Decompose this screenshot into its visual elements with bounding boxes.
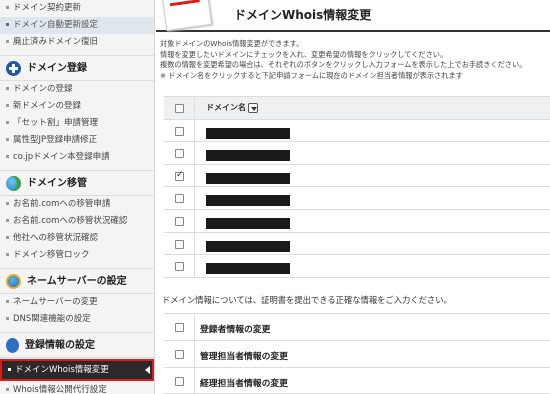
sidebar-section-domain-transfer: ドメイン移管 xyxy=(0,170,154,196)
table-row[interactable] xyxy=(164,232,550,256)
sidebar-section-nameserver: ネームサーバーの設定 xyxy=(0,268,154,294)
bullet-icon xyxy=(6,104,9,107)
bullet-icon xyxy=(6,253,9,256)
bullet-icon xyxy=(6,138,9,141)
sidebar-item-transfer-status[interactable]: お名前.comへの移管状況確認 xyxy=(0,213,154,230)
sidebar-item-auto-renewal[interactable]: ドメイン自動更新設定 xyxy=(0,17,154,34)
bullet-icon xyxy=(6,155,9,158)
domain-checkbox[interactable] xyxy=(175,170,184,181)
bullet-icon xyxy=(6,40,9,43)
plus-circle-icon xyxy=(6,60,21,76)
info-note: ドメイン情報については、証明書を提出できる正確な情報をご入力ください。 xyxy=(162,295,452,305)
option-row-registrant[interactable]: 登録者情報の変更 xyxy=(164,314,550,341)
sidebar-item-transfer-lock[interactable]: ドメイン移管ロック xyxy=(0,247,154,264)
intro-text: 対象ドメインのWhois情報変更ができます。 情報を変更したいドメインにチェック… xyxy=(160,39,527,80)
redacted-domain-name[interactable] xyxy=(206,217,290,229)
globe-icon xyxy=(6,175,21,191)
bullet-icon xyxy=(6,6,9,9)
sidebar: ドメイン契約更新 ドメイン自動更新設定 廃止済みドメイン復旧 ドメイン登録 ドメ… xyxy=(0,0,155,394)
table-header-row: ドメイン名 xyxy=(164,97,550,120)
table-row[interactable] xyxy=(164,142,550,165)
redacted-domain-name[interactable] xyxy=(206,195,290,207)
bullet-icon xyxy=(6,388,9,391)
sidebar-item-whois-change[interactable]: ドメインWhois情報変更 xyxy=(0,359,154,381)
sidebar-item-transfer-request[interactable]: お名前.comへの移管申請 xyxy=(0,196,154,213)
option-label-billing[interactable]: 経理担当者情報の変更 xyxy=(200,376,288,389)
bullet-icon xyxy=(6,121,9,124)
sidebar-item-restore-domain[interactable]: 廃止済みドメイン復旧 xyxy=(0,34,154,51)
sidebar-item-whois-privacy[interactable]: Whois情報公開代行設定 xyxy=(0,382,154,394)
table-row[interactable] xyxy=(164,187,550,210)
table-row[interactable] xyxy=(164,164,550,188)
table-row[interactable] xyxy=(164,209,550,233)
page-title: ドメインWhois情報変更 xyxy=(234,8,372,22)
option-row-billing[interactable]: 経理担当者情報の変更 xyxy=(164,367,550,394)
sidebar-item-set-discount[interactable]: 「セット割」申請管理 xyxy=(0,115,154,132)
sidebar-item-change-nameserver[interactable]: ネームサーバーの変更 xyxy=(0,294,154,311)
bullet-icon xyxy=(6,300,9,303)
sort-icon[interactable] xyxy=(248,102,258,113)
sidebar-item-dns-settings[interactable]: DNS関連機能の設定 xyxy=(0,311,154,328)
domain-checkbox[interactable] xyxy=(175,262,184,272)
option-checkbox[interactable] xyxy=(175,376,184,386)
sidebar-item-register-domain[interactable]: ドメインの登録 xyxy=(0,81,154,98)
bullet-icon xyxy=(6,219,9,222)
sidebar-section-registration-info: 登録情報の設定 xyxy=(0,332,154,358)
table-row[interactable] xyxy=(164,119,550,143)
sidebar-item-jp-registration-fix[interactable]: 属性型JP登録申請修正 xyxy=(0,132,154,149)
bullet-icon xyxy=(6,87,9,90)
page-header: ドメインWhois情報変更 xyxy=(156,0,550,32)
document-card-icon xyxy=(161,0,213,32)
main-content: ドメインWhois情報変更 対象ドメインのWhois情報変更ができます。 情報を… xyxy=(156,0,550,394)
domain-checkbox[interactable] xyxy=(175,149,184,159)
column-header-domain: ドメイン名 xyxy=(206,103,246,112)
bullet-icon xyxy=(8,368,11,371)
domain-checkbox[interactable] xyxy=(175,194,184,204)
option-label-admin[interactable]: 管理担当者情報の変更 xyxy=(200,349,288,362)
table-row[interactable] xyxy=(164,255,550,278)
option-label-registrant[interactable]: 登録者情報の変更 xyxy=(200,322,270,335)
option-checkbox[interactable] xyxy=(175,349,184,359)
sidebar-item-cojp-registration[interactable]: co.jpドメイン本登録申請 xyxy=(0,149,154,166)
bullet-icon xyxy=(6,202,9,205)
sidebar-section-domain-registration: ドメイン登録 xyxy=(0,55,154,81)
redacted-domain-name[interactable] xyxy=(206,127,290,139)
domain-checkbox[interactable] xyxy=(175,126,184,136)
domain-checkbox[interactable] xyxy=(175,239,184,249)
option-row-admin[interactable]: 管理担当者情報の変更 xyxy=(164,340,550,368)
redacted-domain-name[interactable] xyxy=(206,172,290,184)
change-options-table: 登録者情報の変更 管理担当者情報の変更 経理担当者情報の変更 xyxy=(164,313,550,394)
redacted-domain-name[interactable] xyxy=(206,263,290,275)
server-icon xyxy=(6,273,21,289)
bullet-icon xyxy=(6,23,9,26)
select-all-checkbox[interactable] xyxy=(175,104,184,113)
document-icon xyxy=(6,337,19,353)
option-checkbox[interactable] xyxy=(175,323,184,332)
domain-table: ドメイン名 xyxy=(164,96,550,278)
redacted-domain-name[interactable] xyxy=(206,240,290,252)
redacted-domain-name[interactable] xyxy=(206,150,290,162)
bullet-icon xyxy=(6,236,9,239)
sidebar-item-register-new-domain[interactable]: 新ドメインの登録 xyxy=(0,98,154,115)
sidebar-item-outbound-transfer-status[interactable]: 他社への移管状況確認 xyxy=(0,230,154,247)
domain-checkbox[interactable] xyxy=(175,216,184,226)
sidebar-item-domain-renewal[interactable]: ドメイン契約更新 xyxy=(0,0,154,17)
bullet-icon xyxy=(6,317,9,320)
